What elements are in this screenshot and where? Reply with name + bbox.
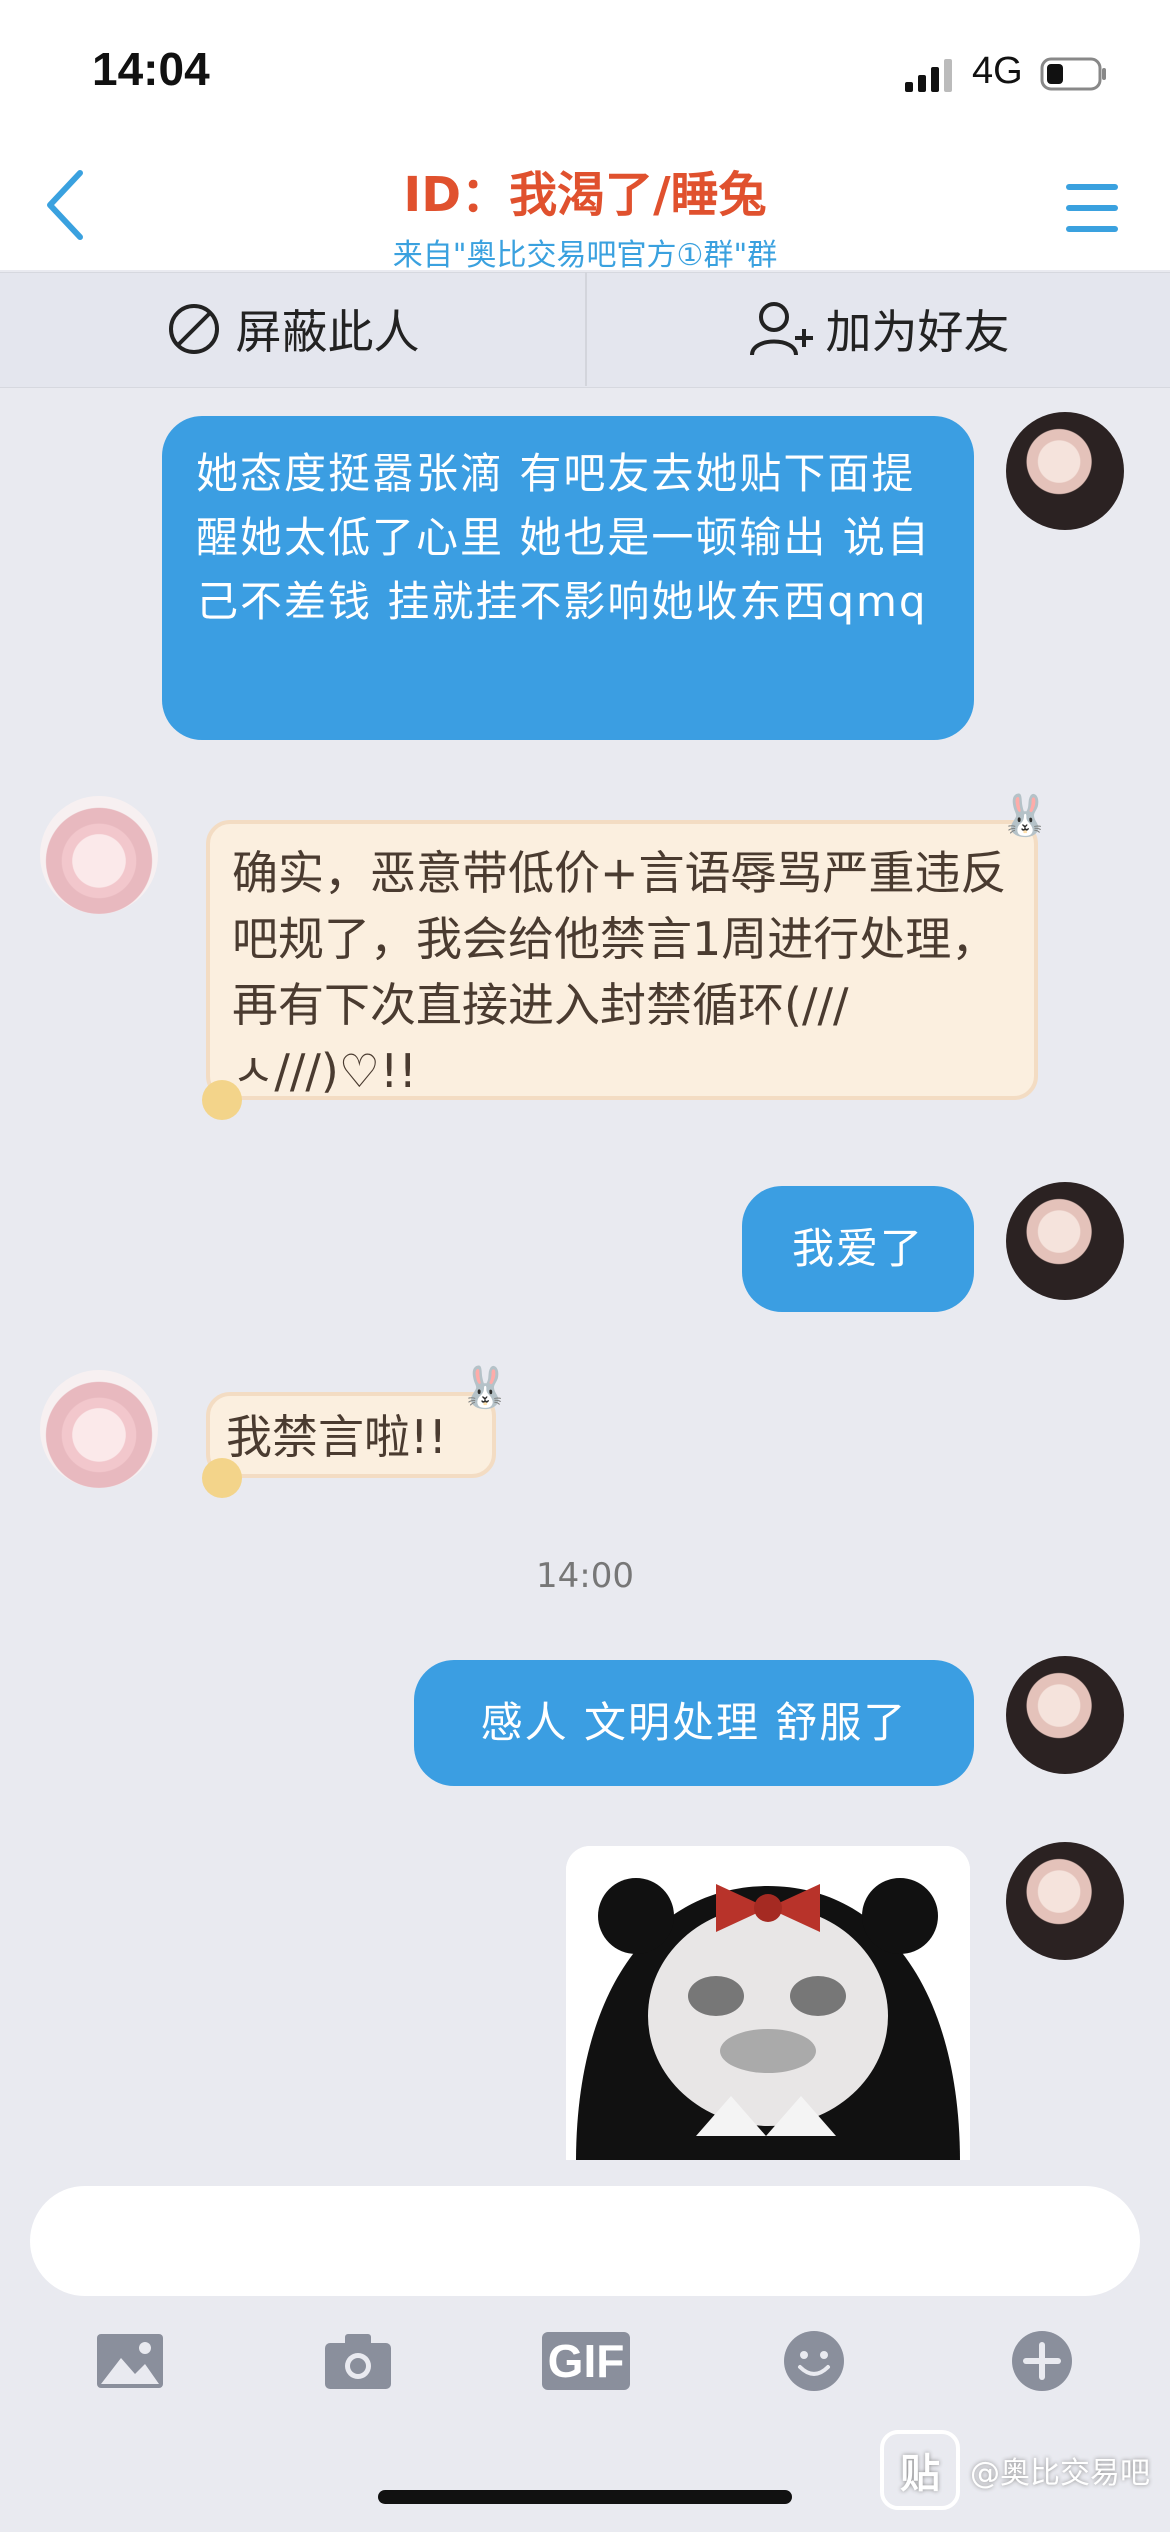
plus-icon (1012, 2331, 1072, 2391)
message-text: 确实，恶意带低价+言语辱骂严重违反吧规了，我会给他禁言1周进行处理，再有下次直接… (232, 846, 1007, 1098)
gif-icon: GIF (541, 2332, 631, 2390)
message-bubble-received[interactable]: 确实，恶意带低价+言语辱骂严重违反吧规了，我会给他禁言1周进行处理，再有下次直接… (206, 820, 1038, 1100)
watermark: 贴 @奥比交易吧 (880, 2430, 1150, 2510)
menu-icon[interactable] (1062, 180, 1122, 236)
admin-avatar[interactable] (40, 1370, 158, 1488)
gif-button[interactable]: GIF (541, 2326, 631, 2396)
tieba-logo-icon: 贴 (880, 2430, 960, 2510)
home-indicator (378, 2490, 792, 2504)
add-friend-button[interactable]: 加为好友 (587, 272, 1170, 386)
sticker-image[interactable] (566, 1846, 970, 2162)
more-button[interactable] (1002, 2326, 1082, 2396)
message-bubble-sent[interactable]: 我爱了 (742, 1186, 974, 1312)
network-type: 4G (972, 50, 1023, 92)
message-bubble-sent[interactable]: 感人 文明处理 舒服了 (414, 1660, 974, 1786)
admin-avatar[interactable] (40, 796, 158, 914)
block-icon (168, 304, 219, 354)
chat-subtitle: 来自"奥比交易吧官方①群"群 (392, 238, 778, 273)
message-input[interactable] (30, 2186, 1140, 2296)
cookie-deco-icon (202, 1458, 242, 1498)
my-avatar[interactable] (1006, 1182, 1124, 1300)
camera-button[interactable] (318, 2326, 398, 2396)
emoji-button[interactable] (774, 2326, 854, 2396)
add-friend-icon (749, 302, 813, 356)
message-text: 感人 文明处理 舒服了 (480, 1698, 908, 1747)
smiley-icon (784, 2331, 844, 2391)
my-avatar[interactable] (1006, 1656, 1124, 1774)
camera-icon (325, 2334, 391, 2389)
bunny-sticker-icon: 🐰 (460, 1365, 510, 1411)
chat-title: ID：我渴了/睡兔 (403, 167, 767, 223)
status-time: 14:04 (92, 43, 210, 95)
message-text: 我禁言啦!! (226, 1410, 447, 1464)
bunny-sticker-icon: 🐰 (1000, 793, 1050, 839)
my-avatar[interactable] (1006, 1842, 1124, 1960)
watermark-text: @奥比交易吧 (970, 2456, 1150, 2491)
message-text: 我爱了 (791, 1224, 924, 1273)
message-bubble-received[interactable]: 我禁言啦!! (206, 1392, 496, 1478)
my-avatar[interactable] (1006, 412, 1124, 530)
battery-icon (1040, 57, 1106, 91)
add-friend-label: 加为好友 (825, 305, 1010, 359)
panda-meme-image (566, 1846, 970, 2162)
block-user-label: 屏蔽此人 (235, 305, 420, 359)
cookie-deco-icon (202, 1080, 242, 1120)
message-timestamp: 14:00 (536, 1556, 634, 1596)
message-text: 她态度挺嚣张滴 有吧友去她贴下面提醒她太低了心里 她也是一顿输出 说自己不差钱 … (196, 449, 931, 626)
signal-icon (905, 59, 952, 92)
block-user-button[interactable]: 屏蔽此人 (0, 272, 585, 386)
image-icon (97, 2334, 163, 2388)
image-button[interactable] (90, 2326, 170, 2396)
message-bubble-sent[interactable]: 她态度挺嚣张滴 有吧友去她贴下面提醒她太低了心里 她也是一顿输出 说自己不差钱 … (162, 416, 974, 740)
